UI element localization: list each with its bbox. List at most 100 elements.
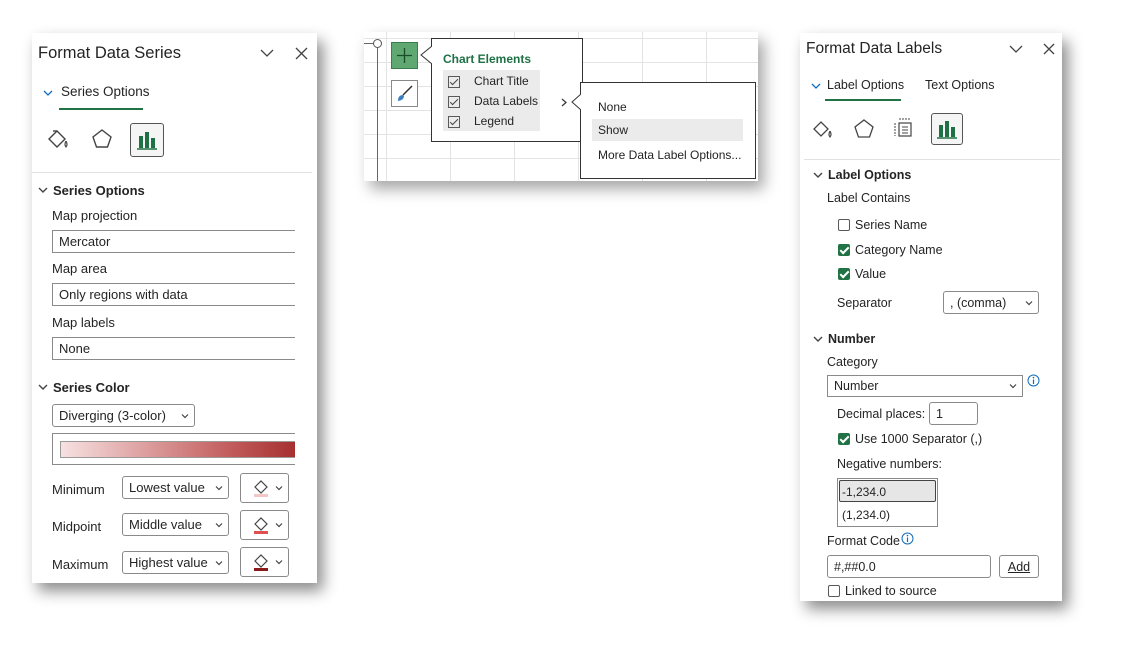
map-labels-label: Map labels — [52, 315, 115, 330]
map-labels-select[interactable]: None — [52, 337, 295, 360]
chevron-down-icon — [215, 522, 223, 527]
size-properties-button[interactable] — [890, 113, 920, 145]
submenu-item-more-options[interactable]: More Data Label Options... — [598, 148, 741, 162]
fill-line-icon — [48, 130, 68, 148]
separator-label: Separator — [837, 296, 892, 310]
map-area-label: Map area — [52, 261, 107, 276]
separator-value: , (comma) — [950, 295, 1007, 310]
midpoint-label: Midpoint — [52, 519, 102, 534]
map-projection-select[interactable]: Mercator — [52, 230, 295, 253]
color-scheme-value: Diverging (3-color) — [59, 408, 166, 423]
size-properties-icon — [894, 118, 912, 137]
fill-line-button[interactable] — [42, 123, 74, 155]
negative-numbers-label: Negative numbers: — [837, 457, 942, 471]
category-dropdown[interactable]: Number — [827, 375, 1023, 397]
chart-elements-button[interactable] — [391, 42, 418, 69]
resize-handle[interactable] — [373, 39, 382, 48]
midpoint-value: Middle value — [129, 517, 202, 532]
add-button[interactable]: Add — [999, 555, 1039, 578]
add-button-label: Add — [1007, 559, 1031, 574]
tab-text-options[interactable]: Text Options — [925, 78, 994, 92]
paintbrush-icon — [398, 85, 413, 101]
maximum-color-picker[interactable] — [240, 547, 289, 577]
plus-icon — [397, 48, 412, 63]
submenu-item-none[interactable]: None — [598, 100, 627, 114]
section-number[interactable]: Number — [828, 332, 875, 346]
minimum-dropdown[interactable]: Lowest value — [122, 476, 229, 499]
chevron-down-icon[interactable] — [38, 187, 48, 194]
checkbox-legend[interactable] — [448, 116, 460, 128]
section-series-color[interactable]: Series Color — [53, 380, 130, 395]
effects-icon — [92, 129, 112, 148]
value-checkbox[interactable] — [838, 268, 850, 280]
submenu-item-show[interactable]: Show — [592, 119, 743, 141]
maximum-dropdown[interactable]: Highest value — [122, 551, 229, 574]
gradient-bar — [60, 441, 295, 458]
chart-styles-button[interactable] — [391, 80, 418, 107]
chevron-right-icon[interactable] — [561, 98, 567, 107]
menu-item-legend[interactable]: Legend — [443, 112, 573, 131]
format-code-value: #,##0.0 — [834, 559, 876, 574]
midpoint-color-picker[interactable] — [240, 510, 289, 540]
chevron-down-icon — [1009, 384, 1017, 389]
tab-underline — [59, 108, 143, 110]
close-pane-button[interactable] — [292, 44, 310, 62]
chevron-down-icon — [181, 413, 189, 418]
chevron-down-icon[interactable] — [813, 172, 823, 179]
series-options-button[interactable] — [130, 123, 164, 157]
tab-series-options[interactable]: Series Options — [42, 83, 150, 109]
label-options-button[interactable] — [931, 113, 963, 145]
paint-bucket-icon — [254, 517, 268, 534]
chart-border-line — [377, 44, 378, 181]
color-scheme-dropdown[interactable]: Diverging (3-color) — [52, 404, 195, 427]
checkbox-data-labels[interactable] — [448, 96, 460, 108]
decimal-places-value: 1 — [936, 406, 943, 421]
chart-elements-menu: Chart Elements Chart Title Data Labels L… — [431, 38, 583, 142]
section-series-options[interactable]: Series Options — [53, 183, 145, 198]
close-pane-button[interactable] — [1040, 40, 1058, 58]
collapse-pane-button[interactable] — [1007, 41, 1025, 57]
fill-line-button[interactable] — [808, 113, 838, 145]
minimum-value: Lowest value — [129, 480, 205, 495]
section-label-options[interactable]: Label Options — [828, 168, 911, 182]
chevron-down-icon — [43, 90, 53, 96]
checkbox-chart-title[interactable] — [448, 76, 460, 88]
map-area-select[interactable]: Only regions with data — [52, 283, 295, 306]
use-1000-separator-checkbox[interactable] — [838, 433, 850, 445]
negative-option[interactable]: (1,234.0) — [839, 504, 936, 526]
midpoint-dropdown[interactable]: Middle value — [122, 513, 229, 536]
format-code-input[interactable]: #,##0.0 — [827, 555, 991, 578]
data-labels-submenu: None Show More Data Label Options... — [580, 82, 756, 179]
negative-option-selected[interactable]: -1,234.0 — [839, 480, 936, 502]
tab-label-options[interactable]: Label Options — [810, 76, 905, 100]
chevron-down-icon[interactable] — [813, 336, 823, 343]
fill-line-icon — [813, 121, 832, 138]
effects-button[interactable] — [849, 113, 879, 145]
popup-pointer — [420, 46, 432, 64]
bar-chart-icon — [137, 132, 157, 150]
gradient-preview — [52, 433, 295, 465]
linked-to-source-checkbox[interactable] — [828, 585, 840, 597]
series-name-checkbox[interactable] — [838, 219, 850, 231]
menu-item-chart-title[interactable]: Chart Title — [443, 72, 573, 91]
decimal-places-label: Decimal places: — [837, 407, 926, 421]
chevron-down-icon[interactable] — [38, 384, 48, 391]
panel-title: Format Data Labels — [806, 40, 943, 57]
map-area-value: Only regions with data — [59, 287, 188, 302]
minimum-color-picker[interactable] — [240, 473, 289, 503]
category-name-checkbox[interactable] — [838, 244, 850, 256]
use-1000-separator-label: Use 1000 Separator (,) — [855, 432, 983, 446]
close-icon — [1043, 43, 1055, 55]
effects-button[interactable] — [86, 123, 118, 155]
info-icon[interactable] — [901, 532, 914, 545]
decimal-places-input[interactable]: 1 — [929, 402, 978, 425]
label-contains-heading: Label Contains — [827, 191, 911, 205]
format-code-label: Format Code — [827, 534, 900, 548]
separator-dropdown[interactable]: , (comma) — [943, 291, 1039, 314]
info-icon[interactable] — [1027, 374, 1040, 387]
collapse-pane-button[interactable] — [258, 45, 276, 61]
negative-option-label: -1,234.0 — [842, 485, 887, 499]
negative-option-label: (1,234.0) — [842, 508, 891, 522]
divider — [804, 159, 1060, 160]
menu-item-data-labels[interactable]: Data Labels — [443, 92, 573, 111]
